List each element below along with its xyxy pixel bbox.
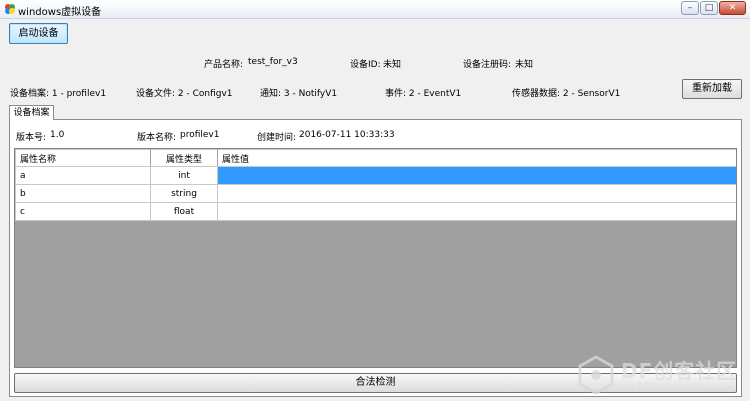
tab-device-profile[interactable]: 设备档案 [9, 105, 54, 120]
property-value-cell[interactable] [217, 184, 736, 203]
property-value-cell[interactable] [217, 202, 736, 221]
reload-button[interactable]: 重新加载 [682, 79, 742, 99]
maximize-button[interactable]: □ [700, 1, 718, 15]
grid-header-row: 属性名称 属性类型 属性值 [15, 149, 736, 167]
version-value: 1.0 [50, 130, 65, 140]
event-info: 事件: 2 - EventV1 [385, 89, 462, 99]
watermark-text: DF创客社区 [621, 359, 738, 383]
column-header-value[interactable]: 属性值 [217, 149, 736, 167]
register-code-label: 设备注册码: [463, 60, 512, 70]
property-grid[interactable]: 属性名称 属性类型 属性值 a int b string c float [14, 148, 737, 368]
register-code-value: 未知 [515, 60, 534, 70]
property-type-cell[interactable]: int [150, 166, 218, 185]
product-name-value: test_for_v3 [248, 57, 298, 67]
property-name-cell[interactable]: b [15, 184, 151, 203]
table-row[interactable]: a int [15, 166, 736, 185]
device-id-label: 设备ID: [350, 60, 381, 70]
column-header-name[interactable]: 属性名称 [15, 149, 151, 167]
version-label: 版本号: [16, 133, 47, 143]
property-type-cell[interactable]: float [150, 202, 218, 221]
table-row[interactable]: c float [15, 202, 736, 221]
property-type-cell[interactable]: string [150, 184, 218, 203]
close-button[interactable]: ✕ [719, 1, 746, 15]
column-header-type[interactable]: 属性类型 [150, 149, 218, 167]
title-bar: windows虚拟设备 – □ ✕ [0, 0, 750, 19]
window-title: windows虚拟设备 [18, 7, 102, 18]
device-profile-info: 设备档案: 1 - profilev1 [10, 89, 107, 99]
table-row[interactable]: b string [15, 184, 736, 203]
watermark: DF创客社区 mc.DFRobot.com.cn [575, 352, 745, 398]
created-time-label: 创建时间: [257, 133, 297, 143]
property-name-cell[interactable]: c [15, 202, 151, 221]
start-device-button[interactable]: 启动设备 [9, 23, 68, 44]
dfrobot-logo-icon [578, 355, 614, 395]
property-value-cell[interactable] [217, 166, 736, 185]
watermark-subtext: mc.DFRobot.com.cn [623, 382, 704, 391]
created-time-value: 2016-07-11 10:33:33 [299, 130, 395, 140]
device-config-info: 设备文件: 2 - Configv1 [136, 89, 233, 99]
version-name-value: profilev1 [180, 130, 220, 140]
sensor-info: 传感器数据: 2 - SensorV1 [512, 89, 621, 99]
version-name-label: 版本名称: [137, 133, 177, 143]
app-icon [5, 4, 15, 14]
minimize-button[interactable]: – [681, 1, 699, 15]
product-name-label: 产品名称: [204, 60, 244, 70]
device-id-value: 未知 [383, 60, 402, 70]
property-name-cell[interactable]: a [15, 166, 151, 185]
notify-info: 通知: 3 - NotifyV1 [260, 89, 338, 99]
